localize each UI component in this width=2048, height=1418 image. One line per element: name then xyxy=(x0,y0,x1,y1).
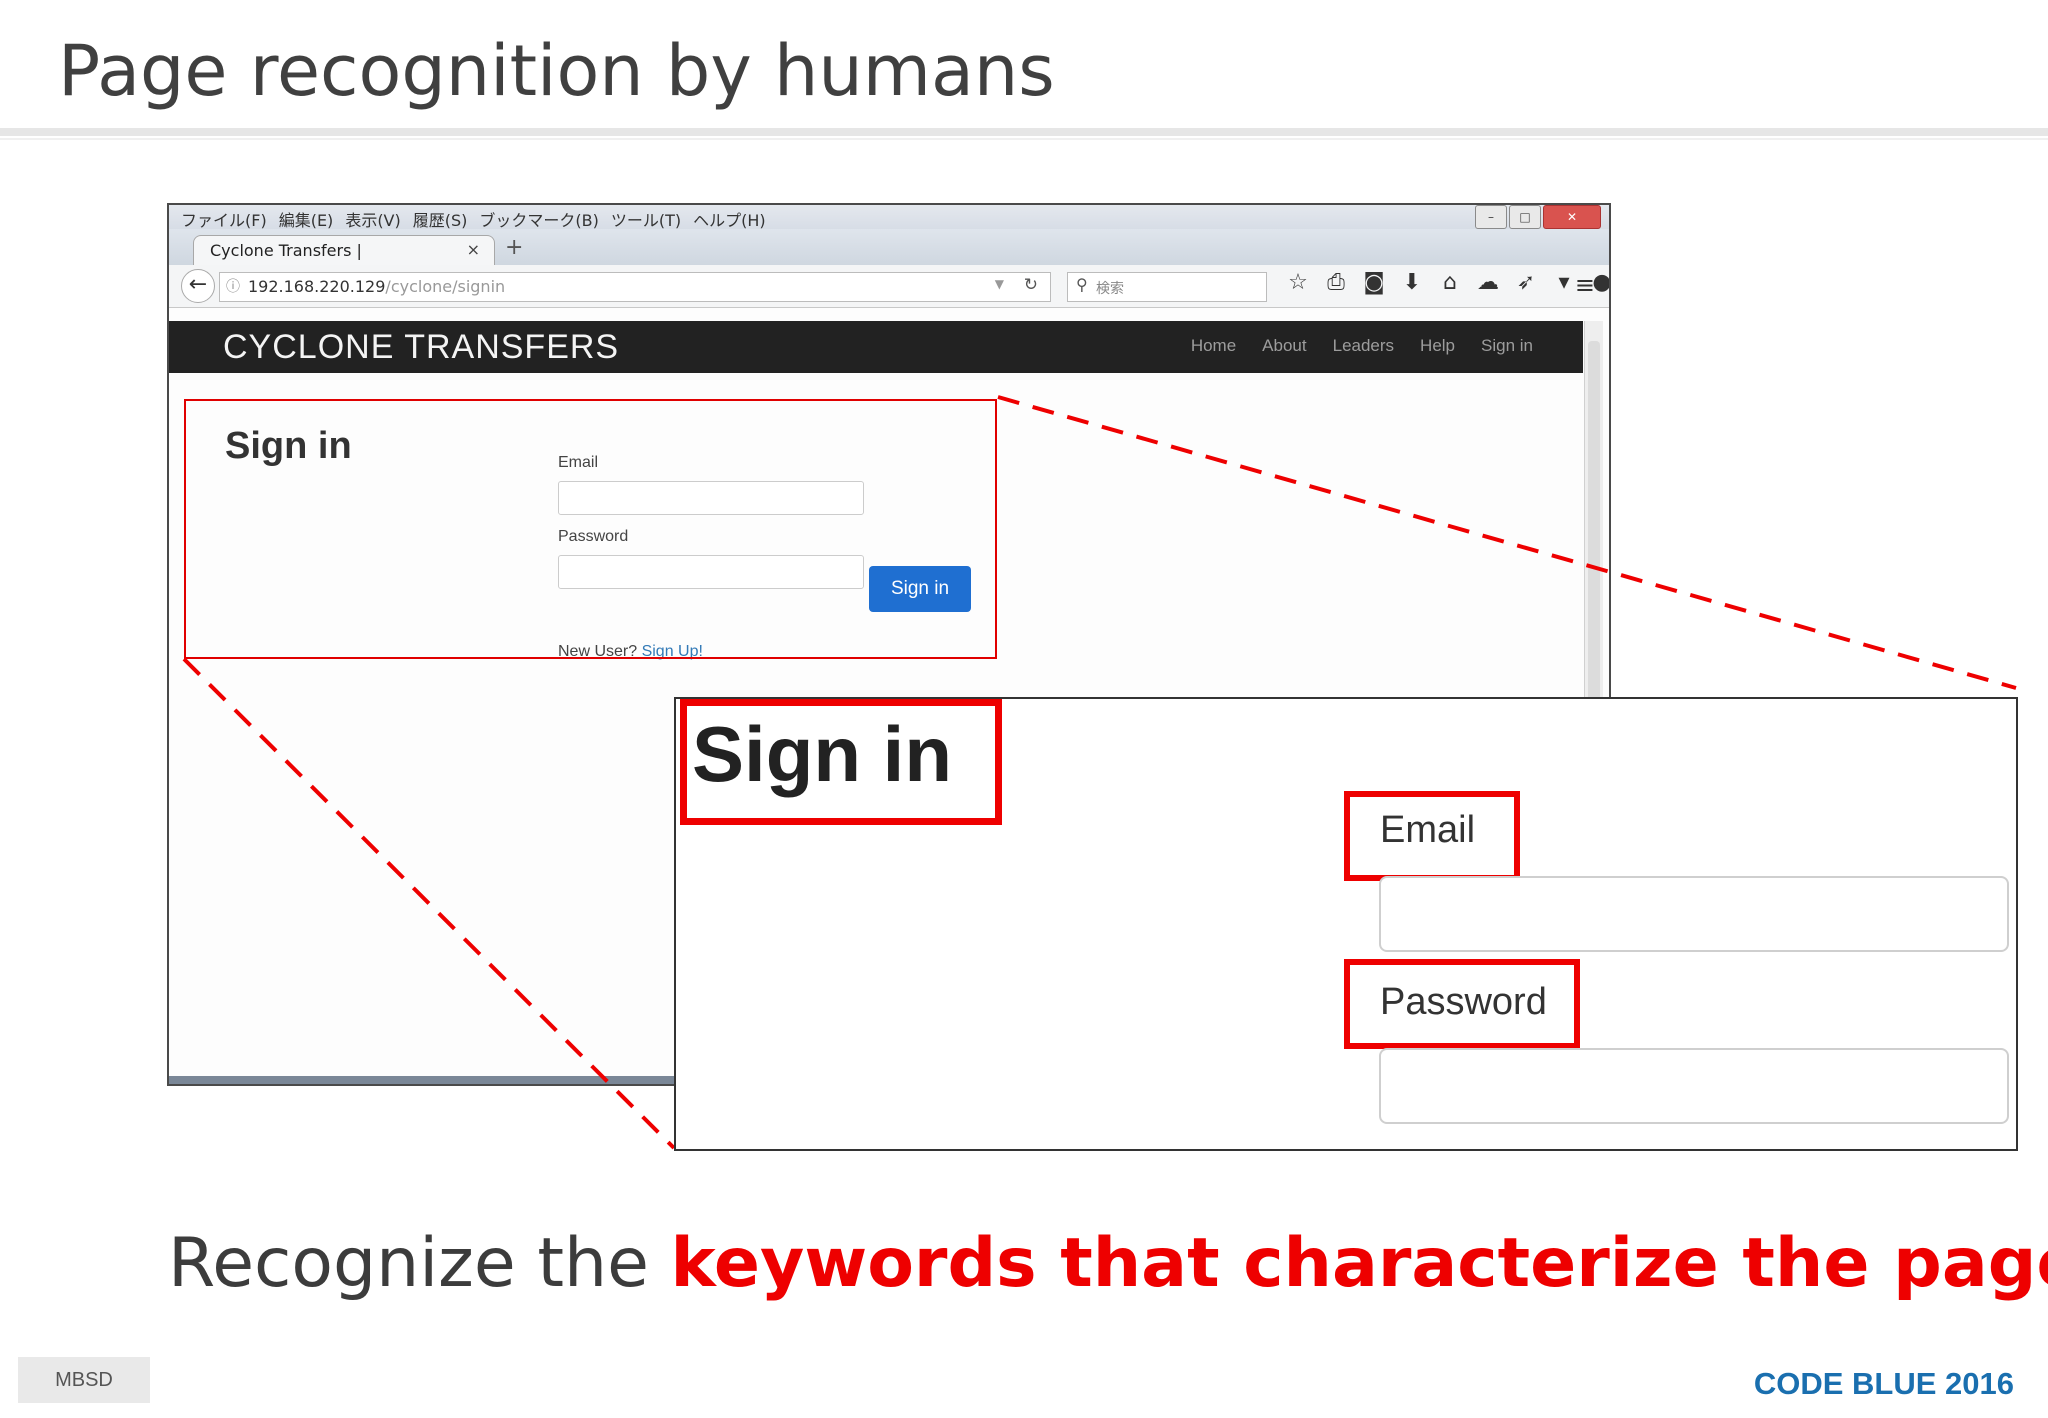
url-path: /cyclone/signin xyxy=(385,277,506,296)
maximize-icon[interactable]: □ xyxy=(1509,205,1541,229)
nav-link-about[interactable]: About xyxy=(1262,336,1306,355)
search-icon: ⚲ xyxy=(1076,275,1088,294)
menu-list: ファイル(F) 編集(E) 表示(V) 履歴(S) ブックマーク(B) ツール(T) ヘルプ… xyxy=(181,207,778,231)
star-icon[interactable]: ☆ xyxy=(1279,270,1317,295)
reload-icon[interactable]: ↻ xyxy=(1024,275,1038,295)
caption-emphasis: keywords that characterize the page xyxy=(670,1224,2048,1303)
tab-title: Cyclone Transfers | xyxy=(210,241,362,260)
title-divider xyxy=(0,128,2048,136)
send-icon[interactable]: ➶ xyxy=(1507,270,1545,295)
minimize-icon[interactable]: – xyxy=(1475,205,1507,229)
menu-item[interactable]: 表示(V) xyxy=(345,211,400,230)
menu-item[interactable]: ヘルプ(H) xyxy=(693,211,766,230)
zoom-email-field[interactable] xyxy=(1379,876,2009,952)
search-placeholder: 検索 xyxy=(1096,281,1124,297)
menu-item[interactable]: ブックマーク(B) xyxy=(479,211,598,230)
nav-link-sign-in[interactable]: Sign in xyxy=(1481,336,1533,355)
chat-icon[interactable]: ☁ xyxy=(1469,270,1507,295)
menu-item[interactable]: 履歴(S) xyxy=(413,211,468,230)
site-info-icon[interactable]: ⓘ xyxy=(226,276,240,296)
zoom-password-field[interactable] xyxy=(1379,1048,2009,1124)
hamburger-menu-icon[interactable]: ≡ xyxy=(1575,271,1595,299)
pocket-icon[interactable]: ◙ xyxy=(1355,270,1393,295)
password-highlight-box xyxy=(1344,959,1580,1049)
menu-item[interactable]: 編集(E) xyxy=(279,211,334,230)
footer-event-brand: CODE BLUE 2016 xyxy=(1753,1366,2014,1401)
zoom-panel: Sign in Email Password xyxy=(674,697,2018,1151)
slide-caption: Recognize the keywords that characterize… xyxy=(168,1224,2048,1303)
highlight-region xyxy=(184,399,997,659)
site-brand[interactable]: CYCLONE TRANSFERS xyxy=(223,328,619,367)
menu-bar: ファイル(F) 編集(E) 表示(V) 履歴(S) ブックマーク(B) ツール(T) ヘルプ… xyxy=(169,205,1609,231)
address-bar[interactable]: ⓘ 192.168.220.129/cyclone/signin ▼ ↻ xyxy=(219,272,1051,302)
menu-item[interactable]: ファイル(F) xyxy=(181,211,267,230)
footer-org-label: MBSD xyxy=(18,1357,150,1403)
browser-tab[interactable]: Cyclone Transfers | × xyxy=(193,235,495,266)
nav-link-home[interactable]: Home xyxy=(1191,336,1236,355)
email-highlight-box xyxy=(1344,791,1520,881)
search-bar[interactable]: ⚲ 検索 xyxy=(1067,272,1267,302)
toolbar-icons: ☆ ⎙ ◙ ⬇ ⌂ ☁ ➶ ▾ ● xyxy=(1279,270,1609,295)
site-nav: Home About Leaders Help Sign in xyxy=(1165,336,1533,356)
new-tab-icon[interactable]: + xyxy=(505,235,523,260)
slide-title: Page recognition by humans xyxy=(58,30,1055,112)
home-icon[interactable]: ⌂ xyxy=(1431,270,1469,295)
caption-plain: Recognize the xyxy=(168,1224,671,1303)
clipboard-icon[interactable]: ⎙ xyxy=(1317,270,1355,295)
url-host: 192.168.220.129 xyxy=(248,277,386,296)
browser-toolbar: ← ⓘ 192.168.220.129/cyclone/signin ▼ ↻ ⚲… xyxy=(169,265,1609,308)
tab-strip: Cyclone Transfers | × + xyxy=(169,229,1609,266)
heading-highlight-box xyxy=(680,699,1002,825)
tab-close-icon[interactable]: × xyxy=(467,240,480,259)
close-icon[interactable]: ✕ xyxy=(1543,205,1601,229)
back-arrow-icon[interactable]: ← xyxy=(181,269,215,303)
nav-link-leaders[interactable]: Leaders xyxy=(1333,336,1394,355)
url-text: 192.168.220.129/cyclone/signin xyxy=(248,277,505,296)
url-dropdown-icon[interactable]: ▼ xyxy=(995,277,1004,291)
menu-item[interactable]: ツール(T) xyxy=(611,211,681,230)
nav-link-help[interactable]: Help xyxy=(1420,336,1455,355)
title-divider-shadow xyxy=(0,138,2048,140)
site-navbar: CYCLONE TRANSFERS Home About Leaders Help Si… xyxy=(169,321,1583,373)
download-icon[interactable]: ⬇ xyxy=(1393,270,1431,295)
